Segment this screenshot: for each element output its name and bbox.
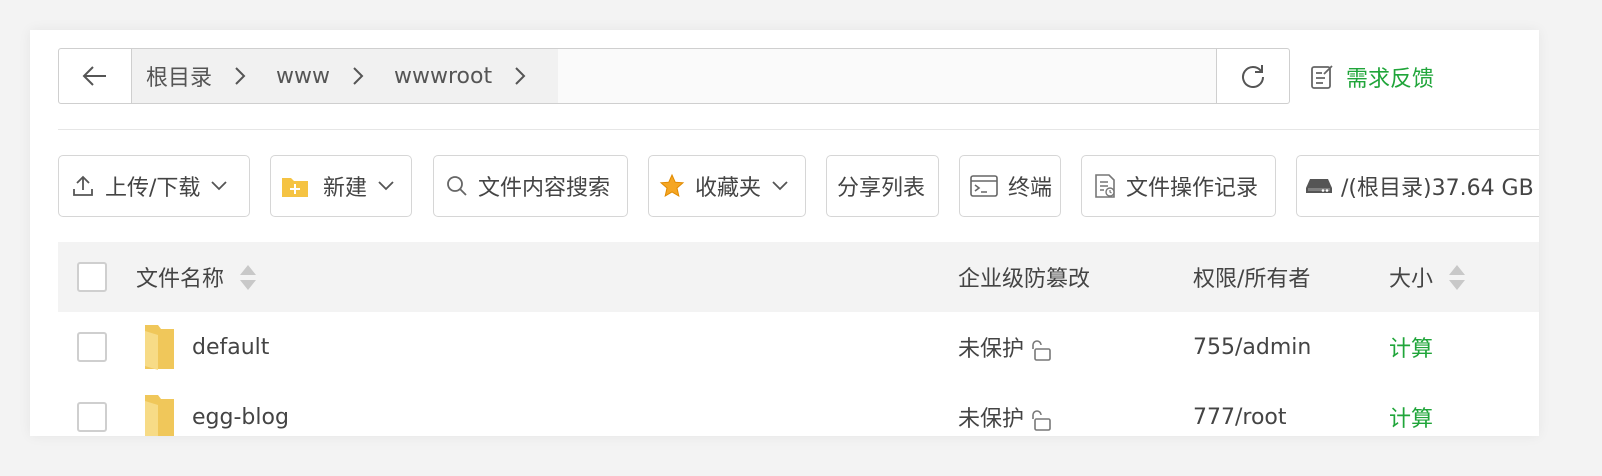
- favorites-button[interactable]: 收藏夹: [648, 155, 806, 217]
- share-list-button[interactable]: 分享列表: [826, 155, 939, 217]
- upload-download-button[interactable]: 上传/下载: [58, 155, 250, 217]
- breadcrumb: 根目录 www wwwroot: [132, 49, 559, 103]
- file-manager-panel: 根目录 www wwwroot 需求反馈 上传/下载 新建 文件内容搜索 收藏夹…: [30, 30, 1539, 436]
- chevron-down-icon: [210, 180, 228, 192]
- refresh-button[interactable]: [1216, 49, 1289, 103]
- table-row[interactable]: default 未保护 755/admin 计算: [58, 312, 1539, 383]
- content-search-button[interactable]: 文件内容搜索: [433, 155, 628, 217]
- chevron-down-icon: [377, 180, 395, 192]
- back-button[interactable]: [59, 49, 132, 103]
- edit-document-icon: [1311, 65, 1333, 89]
- unlock-icon: [1028, 410, 1052, 432]
- row-checkbox[interactable]: [77, 402, 107, 432]
- disk-selector-button[interactable]: /(根目录)37.64 GB: [1296, 155, 1539, 217]
- new-button[interactable]: 新建: [270, 155, 412, 217]
- row-checkbox[interactable]: [77, 332, 107, 362]
- chevron-right-icon: [514, 66, 526, 86]
- header-tamper-protection: 企业级防篡改: [958, 267, 1091, 292]
- hard-drive-icon: [1305, 176, 1333, 196]
- calculate-size-link[interactable]: 计算: [1389, 382, 1433, 436]
- breadcrumb-item-root[interactable]: 根目录: [132, 60, 262, 92]
- new-folder-icon: [281, 174, 309, 198]
- sort-icon[interactable]: [1447, 263, 1467, 292]
- chevron-right-icon: [234, 66, 246, 86]
- upload-icon: [71, 174, 95, 198]
- select-all-checkbox[interactable]: [77, 262, 107, 292]
- document-log-icon: [1094, 173, 1116, 199]
- terminal-icon: [970, 174, 998, 198]
- address-bar: 根目录 www wwwroot: [58, 48, 1290, 104]
- arrow-left-icon: [82, 66, 106, 86]
- unlock-icon: [1028, 340, 1052, 362]
- header-name[interactable]: 文件名称: [136, 242, 258, 312]
- table-row[interactable]: egg-blog 未保护 777/root 计算: [58, 382, 1539, 436]
- folder-icon: [142, 382, 176, 436]
- operation-log-button[interactable]: 文件操作记录: [1081, 155, 1276, 217]
- sort-icon[interactable]: [238, 263, 258, 292]
- tamper-status[interactable]: 未保护: [958, 312, 1052, 382]
- file-name-link[interactable]: egg-blog: [192, 382, 289, 436]
- terminal-button[interactable]: 终端: [959, 155, 1061, 217]
- header-permission-owner: 权限/所有者: [1193, 267, 1311, 292]
- divider: [58, 129, 1539, 130]
- star-icon: [659, 173, 685, 199]
- folder-icon: [142, 312, 176, 382]
- breadcrumb-item-wwwroot[interactable]: wwwroot: [380, 64, 542, 89]
- breadcrumb-item-www[interactable]: www: [262, 64, 380, 89]
- chevron-right-icon: [352, 66, 364, 86]
- search-icon: [446, 175, 468, 197]
- permission-owner[interactable]: 777/root: [1193, 382, 1287, 436]
- file-table-header: 文件名称 企业级防篡改 权限/所有者 大小: [58, 242, 1539, 312]
- refresh-icon: [1242, 65, 1264, 88]
- chevron-down-icon: [771, 180, 789, 192]
- tamper-status[interactable]: 未保护: [958, 382, 1052, 436]
- path-input-area[interactable]: [558, 49, 1216, 103]
- header-size[interactable]: 大小: [1389, 242, 1467, 312]
- permission-owner[interactable]: 755/admin: [1193, 312, 1311, 382]
- calculate-size-link[interactable]: 计算: [1389, 312, 1433, 382]
- feedback-link[interactable]: 需求反馈: [1310, 60, 1434, 94]
- file-name-link[interactable]: default: [192, 312, 269, 382]
